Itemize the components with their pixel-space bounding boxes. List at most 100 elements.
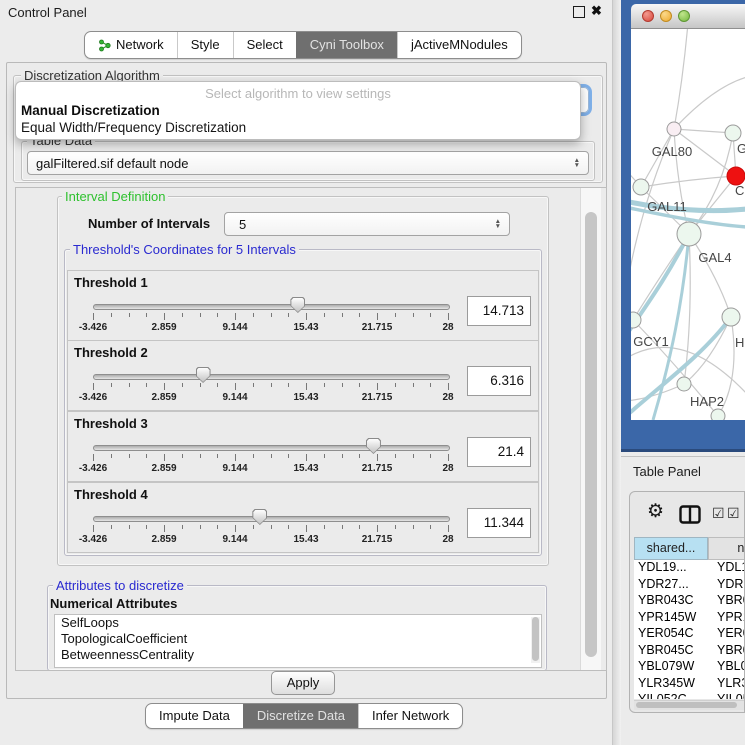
network-node-h[interactable] [722,308,740,326]
table-row[interactable]: YBR045CYBR04 [634,643,745,660]
tab-infer-network[interactable]: Infer Network [358,704,462,728]
number-of-intervals-value: 5 [233,217,246,232]
table-cell-name: YBR04 [708,593,745,610]
network-node-topright[interactable] [725,125,741,141]
tab-jactivemnodules[interactable]: jActiveMNodules [397,32,521,58]
panel-divider[interactable] [612,0,621,745]
slider-tick [129,454,130,458]
dropdown-option-manual[interactable]: Manual Discretization [21,103,160,118]
tab-select[interactable]: Select [233,32,296,58]
network-edge[interactable] [674,29,688,129]
slider-tick [217,454,218,458]
table-row[interactable]: YPR145WYPR14 [634,610,745,627]
interval-definition-title: Interval Definition [62,189,168,204]
slider-thumb[interactable] [252,509,267,525]
table-row[interactable]: YDL19...YDL19 [634,560,745,577]
table-row[interactable]: YLR345WYLR34 [634,676,745,693]
slider-tick-label: -3.426 [68,392,118,403]
close-icon[interactable]: ✖ [591,3,602,19]
bottom-tab-bar: Impute Data Discretize Data Infer Networ… [145,703,463,729]
network-edge[interactable] [689,133,733,234]
table-row[interactable]: YDR27...YDR27 [634,577,745,594]
zoom-window-icon[interactable] [678,10,690,22]
threshold-value-field[interactable]: 21.4 [467,437,531,467]
slider-tick [413,383,414,387]
table-row[interactable]: YER054CYER05 [634,626,745,643]
network-window-titlebar[interactable] [631,4,745,29]
threshold-label: Threshold 2 [74,345,148,360]
number-of-intervals-combobox[interactable]: 5 ▲▼ [224,212,510,236]
numerical-attributes-label: Numerical Attributes [50,596,177,611]
slider-tick [200,454,201,458]
slider-tick-label: 2.859 [139,322,189,333]
network-edge[interactable] [631,384,684,401]
checkbox-icon[interactable]: ☑ [712,505,725,522]
tab-cyni-toolbox[interactable]: Cyni Toolbox [296,32,397,58]
column-header-name[interactable]: name [708,537,745,560]
network-edge[interactable] [674,129,733,133]
node-table-box: ⚙ ☑ ☑ shared... name YDL19...YDL19YDR27.… [629,491,745,713]
slider-thumb[interactable] [290,297,305,313]
attributes-scrollbar[interactable] [531,617,540,663]
float-window-icon[interactable] [573,6,585,18]
slider-track[interactable] [93,516,450,522]
scrollbar-thumb[interactable] [636,702,737,708]
list-item[interactable]: SelfLoops [55,615,541,631]
table-horizontal-scrollbar[interactable] [634,700,745,710]
settings-scrollbar[interactable] [580,188,601,670]
slider-tick-label: 15.43 [281,463,331,474]
table-cell-name: YER05 [708,626,745,643]
slider-tick [217,383,218,387]
scrollbar-thumb[interactable] [532,617,539,661]
tab-impute-data[interactable]: Impute Data [146,704,243,728]
slider-tick [448,454,449,461]
network-edge[interactable] [674,77,745,129]
gear-icon[interactable]: ⚙ [647,500,664,523]
dropdown-option-equal-width[interactable]: Equal Width/Frequency Discretization [21,120,246,135]
table-data-combobox[interactable]: galFiltered.sif default node ▲▼ [27,151,589,175]
tab-style[interactable]: Style [177,32,233,58]
threshold-value-field[interactable]: 6.316 [467,366,531,396]
close-window-icon[interactable] [642,10,654,22]
slider-track[interactable] [93,374,450,380]
table-row[interactable]: YBR043CYBR04 [634,593,745,610]
column-header-shared-name[interactable]: shared... [634,537,708,560]
minimize-window-icon[interactable] [660,10,672,22]
columns-icon[interactable] [679,504,701,526]
slider-tick [164,525,165,532]
slider-tick-label: 9.144 [210,322,260,333]
network-edge[interactable] [689,234,731,317]
slider-thumb[interactable] [196,367,211,383]
table-row[interactable]: YBL079WYBL07 [634,659,745,676]
threshold-value-field[interactable]: 11.344 [467,508,531,538]
slider-track[interactable] [93,445,450,451]
checkbox-icon[interactable]: ☑ [727,505,740,522]
threshold-value-field[interactable]: 14.713 [467,296,531,326]
slider-tick [359,383,360,387]
cyni-toolbox-content: Discretization Algorithm Select algorith… [6,62,607,699]
network-node-pink[interactable] [667,122,681,136]
slider-tick-label: 21.715 [352,392,402,403]
attributes-group-title: Attributes to discretize [53,578,187,593]
list-item[interactable]: BetweennessCentrality [55,647,541,663]
table-row[interactable]: YIL052CYIL05 [634,692,745,699]
network-canvas[interactable]: GAL80GACGAL11GAL4GCY1HHAP2 [631,29,745,420]
list-item[interactable]: TopologicalCoefficient [55,631,541,647]
network-node-hap2[interactable] [677,377,691,391]
network-node-gal4[interactable] [677,222,701,246]
network-node-gal11[interactable] [633,179,649,195]
network-edge[interactable] [653,234,689,420]
slider-track[interactable] [93,304,450,310]
scrollbar-thumb[interactable] [585,212,597,657]
slider-tick [146,313,147,317]
slider-tick [395,313,396,317]
slider-thumb[interactable] [366,438,381,454]
network-node-bottom[interactable] [711,409,725,420]
numerical-attributes-list[interactable]: SelfLoops TopologicalCoefficient Between… [54,614,542,668]
slider-tick-label: 2.859 [139,534,189,545]
slider-tick [413,454,414,458]
slider-tick [271,383,272,387]
tab-network[interactable]: Network [85,32,177,58]
apply-button[interactable]: Apply [271,671,335,695]
tab-discretize-data[interactable]: Discretize Data [243,704,358,728]
